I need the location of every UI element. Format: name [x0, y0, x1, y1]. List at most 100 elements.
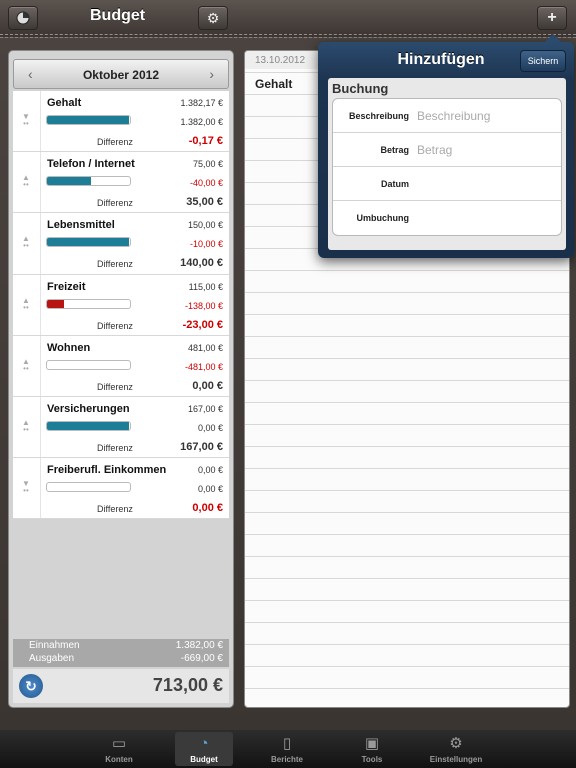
description-row[interactable]: Beschreibung [333, 99, 561, 133]
progress-fill [47, 421, 130, 430]
amount-label: Betrag [380, 145, 409, 155]
difference-value: -0,17 € [188, 135, 223, 147]
difference-value: 35,00 € [186, 196, 223, 209]
budget-row[interactable]: ▲ •• Freizeit 115,00 € -138,00 € Differen… [13, 274, 229, 336]
budget-list: ▼ •• Gehalt 1.382,17 € 1.382,00 € Differe… [13, 91, 229, 520]
description-label: Beschreibung [348, 111, 409, 121]
date-label: Datum [380, 179, 409, 189]
reorder-handle[interactable]: ▼ •• [13, 91, 41, 152]
total-bar: ↻ 713,00 € [13, 669, 229, 703]
month-label: Oktober 2012 [82, 68, 160, 82]
budget-planned: 1.382,17 € [180, 98, 223, 108]
difference-label: Differenz [97, 198, 133, 209]
progress-fill [47, 299, 64, 308]
progress-bar [46, 359, 131, 370]
progress-bar [46, 115, 131, 125]
reorder-handle[interactable]: ▲ •• [13, 274, 41, 335]
budget-item-name: Telefon / Internet [47, 158, 135, 171]
budget-planned: 481,00 € [187, 342, 223, 353]
amount-input[interactable] [417, 140, 557, 160]
pie-chart-button[interactable] [8, 6, 38, 30]
budget-panel: ‹ Oktober 2012 › ▼ •• Gehalt 1.382,17 € 1… [8, 50, 234, 708]
budget-actual: -40,00 € [189, 178, 223, 189]
tab-budget[interactable]: ◔ Budget [175, 732, 233, 766]
tab-einstellungen[interactable]: ⚙ Einstellungen [427, 732, 485, 766]
save-button[interactable]: Sichern [520, 50, 566, 72]
progress-bar [46, 237, 131, 248]
difference-value: -23,00 € [182, 318, 223, 331]
settings-button[interactable]: ⚙ [198, 6, 228, 30]
budget-row[interactable]: ▲ •• Wohnen 481,00 € -481,00 € Differenz … [13, 335, 229, 397]
tab-label: Budget [190, 755, 218, 764]
popover-title: Hinzufügen [397, 51, 485, 68]
reorder-handle[interactable]: ▲ •• [13, 152, 41, 213]
amount-row[interactable]: Betrag [333, 133, 561, 167]
stitch-divider [0, 34, 576, 35]
difference-label: Differenz [97, 320, 133, 331]
progress-fill [47, 238, 130, 247]
difference-label: Differenz [97, 442, 133, 453]
tab-tools[interactable]: ▣ Tools [343, 732, 401, 766]
arrow-down-icon: ▼ •• [22, 112, 30, 128]
date-row[interactable]: Datum [333, 167, 561, 201]
budget-item-name: Wohnen [47, 341, 91, 354]
cards-icon: ▭ [111, 735, 127, 752]
popover-body: Buchung Beschreibung Betrag Datum Umbuch… [328, 78, 566, 250]
arrow-down-icon: ▼ •• [22, 479, 30, 496]
budget-row[interactable]: ▲ •• Telefon / Internet 75,00 € -40,00 € … [13, 152, 229, 214]
progress-bar [46, 420, 131, 431]
tab-berichte[interactable]: ▯ Berichte [258, 732, 316, 766]
refresh-icon: ↻ [25, 677, 37, 694]
next-month-button[interactable]: › [209, 66, 214, 82]
progress-fill [47, 116, 130, 124]
budget-actual: -481,00 € [184, 361, 223, 372]
section-title: Buchung [332, 81, 389, 96]
budget-row[interactable]: ▲ •• Lebensmittel 150,00 € -10,00 € Diffe… [13, 213, 229, 275]
arrow-up-icon: ▲ •• [22, 234, 30, 251]
budget-row[interactable]: ▲ •• Versicherungen 167,00 € 0,00 € Diffe… [13, 396, 229, 459]
reorder-handle[interactable]: ▲ •• [13, 396, 41, 458]
reorder-handle[interactable]: ▲ •• [13, 213, 41, 274]
budget-item-name: Freiberufl. Einkommen [47, 464, 167, 477]
tab-bar: ▭ Konten ◔ Budget ▯ Berichte ▣ Tools ⚙ Einst… [0, 730, 576, 768]
transfer-row[interactable]: Umbuchung [333, 201, 561, 235]
gears-icon: ⚙ [449, 735, 463, 752]
month-navigator: ‹ Oktober 2012 › [13, 59, 229, 89]
arrow-up-icon: ▲ •• [22, 356, 30, 373]
gear-icon: ⚙ [206, 9, 220, 26]
budget-planned: 0,00 € [197, 465, 223, 476]
description-input[interactable] [417, 106, 557, 126]
tab-label: Tools [361, 755, 383, 764]
budget-item-name: Versicherungen [47, 402, 130, 415]
budget-row[interactable]: ▼ •• Freiberufl. Einkommen 0,00 € 0,00 € … [13, 458, 229, 520]
difference-value: 140,00 € [180, 257, 223, 270]
budget-actual: -138,00 € [184, 300, 223, 311]
reorder-handle[interactable]: ▼ •• [13, 458, 41, 519]
top-navigation-bar: Budget ⚙ + [0, 0, 576, 38]
pie-chart-icon: ◔ [199, 735, 209, 752]
difference-label: Differenz [97, 259, 133, 270]
transaction-entry[interactable]: Gehalt [255, 77, 292, 91]
popover-arrow [544, 34, 562, 43]
summary-bar: Einnahmen 1.382,00 € Ausgaben -669,00 € [13, 639, 229, 667]
tab-label: Einstellungen [429, 755, 483, 764]
page-title: Budget [90, 7, 146, 24]
refresh-button[interactable]: ↻ [19, 674, 43, 698]
expenses-value: -669,00 € [180, 653, 223, 664]
add-button[interactable]: + [537, 6, 567, 30]
tab-label: Berichte [270, 755, 303, 764]
transfer-label: Umbuchung [356, 213, 410, 223]
difference-label: Differenz [97, 381, 133, 392]
total-value: 713,00 € [152, 675, 223, 695]
difference-value: 0,00 € [192, 502, 223, 515]
progress-bar [46, 298, 131, 309]
pie-chart-icon [16, 11, 30, 25]
tab-konten[interactable]: ▭ Konten [90, 732, 148, 766]
budget-item-name: Freizeit [47, 280, 86, 293]
toolbox-icon: ▣ [364, 735, 380, 752]
budget-row[interactable]: ▼ •• Gehalt 1.382,17 € 1.382,00 € Differe… [13, 91, 229, 153]
reorder-handle[interactable]: ▲ •• [13, 335, 41, 396]
clipboard-icon: ▯ [282, 735, 292, 752]
budget-planned: 167,00 € [187, 403, 223, 414]
progress-bar [46, 176, 131, 187]
